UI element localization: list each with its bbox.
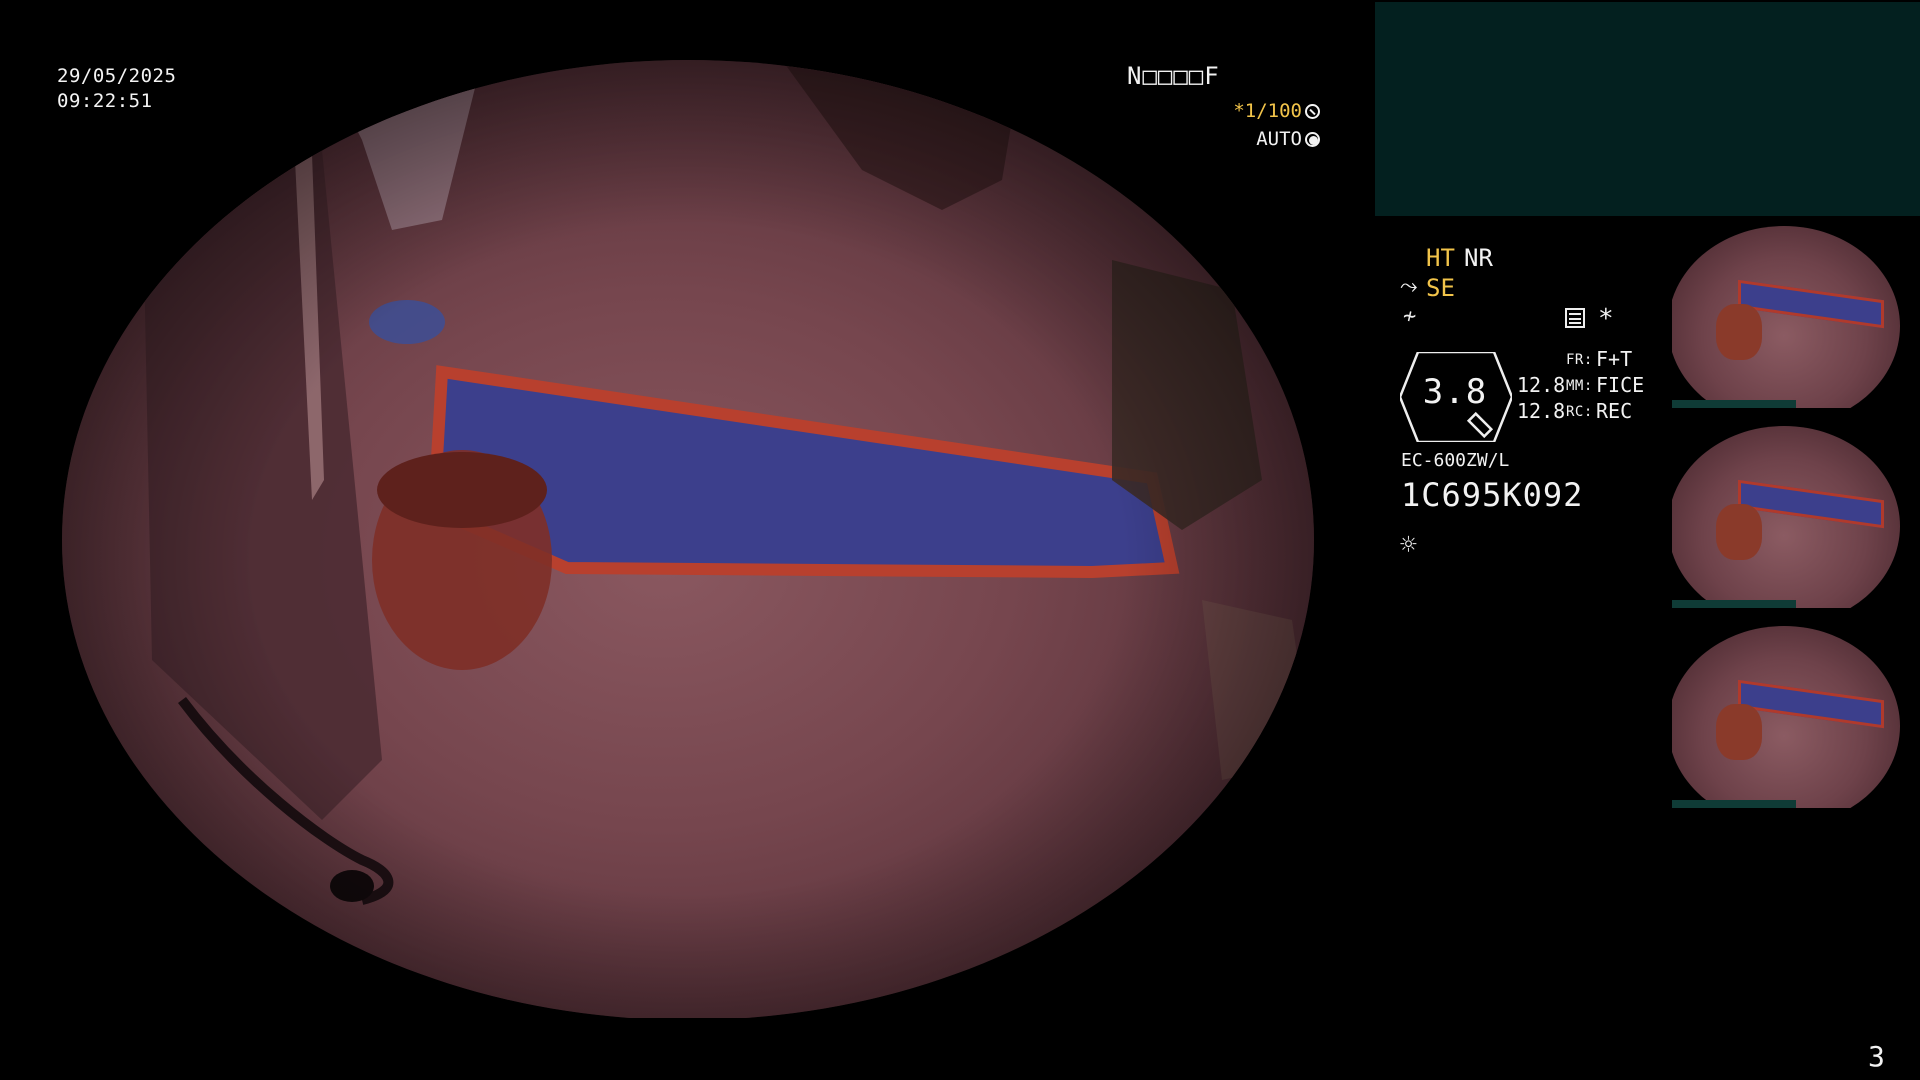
mm-label: MM:: [1566, 378, 1593, 394]
thumbnail-3[interactable]: [1672, 618, 1920, 808]
view-mask-bottom: [0, 1018, 1380, 1080]
ht-indicator: HT: [1426, 244, 1455, 272]
brightness-icon: ☼: [1400, 528, 1417, 561]
exposure-mode: AUTO: [1200, 128, 1320, 150]
page-number: 3: [1868, 1040, 1885, 1073]
shutter-speed: *1/100: [1200, 100, 1320, 122]
scope-model: EC-600ZW/L: [1401, 450, 1510, 471]
date-label: 29/05/2025: [57, 65, 177, 87]
time-label: 09:22:51: [57, 90, 153, 112]
thumbnail-2[interactable]: [1672, 418, 1920, 608]
endoscope-view: [62, 60, 1314, 1020]
mm-value: FICE: [1596, 373, 1645, 397]
thumbnail-bar: [1672, 400, 1796, 408]
structure-enhance-icon: ⤳: [1400, 274, 1418, 299]
thumbnail-image: [1672, 426, 1900, 608]
view-mask-top: [0, 0, 1380, 60]
scene-drawing: [62, 60, 1314, 1020]
thumbnail-bar: [1672, 800, 1796, 808]
exposure-mode-value: AUTO: [1256, 128, 1302, 150]
thumb-bucket: [1716, 704, 1762, 760]
star-indicator: *: [1598, 304, 1614, 334]
value-top: 12.8: [1517, 373, 1566, 397]
nr-indicator: NR: [1464, 244, 1493, 272]
info-box: [1375, 2, 1920, 216]
se-indicator: SE: [1426, 274, 1455, 302]
iris-icon: [1305, 132, 1320, 147]
scope-serial: 1C695K092: [1401, 476, 1584, 514]
fr-value: F+T: [1596, 347, 1633, 371]
thumb-bucket: [1716, 504, 1762, 560]
menu-icon: [1565, 308, 1585, 328]
color-mode-icon: ≁: [1403, 304, 1417, 329]
thumbnail-1[interactable]: [1672, 218, 1920, 408]
zoom-value: 3.8: [1422, 372, 1488, 412]
shutter-icon: [1305, 104, 1320, 119]
thumbnail-bar: [1672, 600, 1796, 608]
thumb-bucket: [1716, 304, 1762, 360]
thumbnail-image: [1672, 626, 1900, 808]
thumbnail-image: [1672, 226, 1900, 408]
fr-label: FR:: [1566, 352, 1593, 368]
value-bottom: 12.8: [1517, 399, 1566, 423]
rc-value: REC: [1596, 399, 1633, 423]
shutter-speed-value: *1/100: [1233, 100, 1302, 122]
rc-label: RC:: [1566, 404, 1593, 420]
status-flags: N□□□□F: [1127, 62, 1220, 90]
